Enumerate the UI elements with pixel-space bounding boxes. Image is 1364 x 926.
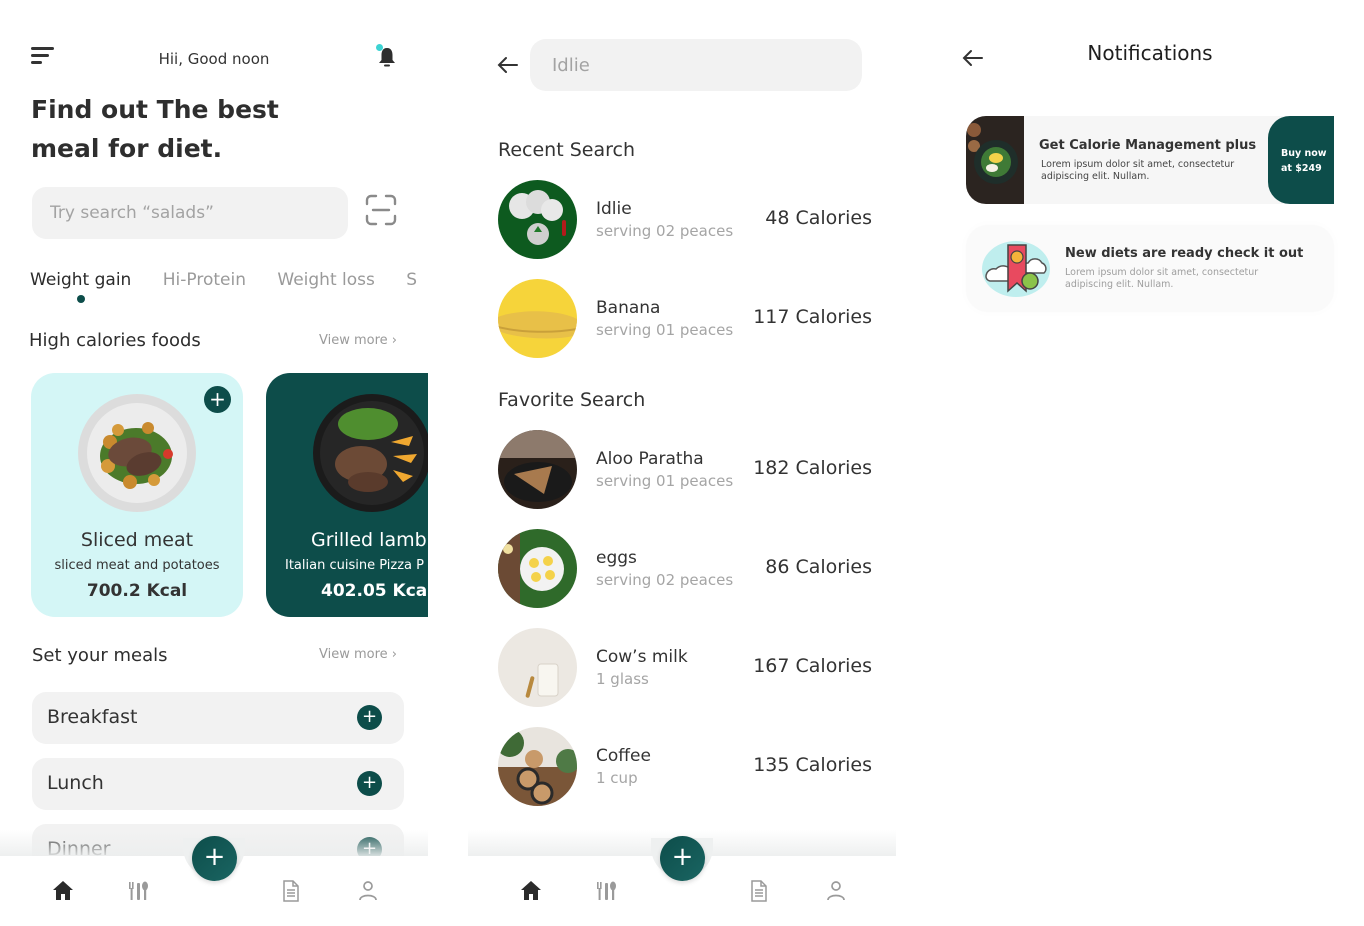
food-calories: 135 Calories	[753, 754, 872, 776]
headline-line2: meal for diet.	[31, 134, 223, 163]
meal-label: Lunch	[47, 772, 104, 794]
food-thumb-banana	[498, 279, 577, 358]
food-name: Coffee	[596, 746, 651, 766]
page-title: Notifications	[1087, 41, 1213, 65]
back-arrow-icon[interactable]	[497, 56, 519, 74]
food-name: Idlie	[596, 199, 632, 219]
notification-card-diets[interactable]: New diets are ready check it out Lorem i…	[966, 225, 1334, 312]
buy-now-button[interactable]: Buy now at $249	[1268, 116, 1334, 204]
profile-icon[interactable]	[356, 879, 380, 903]
food-name: Sliced meat	[80, 529, 194, 551]
notifications-screen: Notifications Get Calorie Management plu…	[936, 0, 1364, 926]
add-meal-button[interactable]: +	[357, 771, 382, 796]
recent-search-title: Recent Search	[498, 139, 635, 161]
food-serving: 1 glass	[596, 670, 649, 688]
food-thumb-cows-milk	[498, 628, 577, 707]
food-name: Cow’s milk	[596, 647, 688, 667]
tab-weight-gain[interactable]: Weight gain	[30, 270, 131, 303]
food-desc: Italian cuisine Pizza P	[285, 558, 424, 573]
add-meal-button[interactable]: +	[357, 705, 382, 730]
notification-title: Get Calorie Management plus	[1039, 138, 1257, 153]
food-thumb-aloo-paratha	[498, 430, 577, 509]
view-more-link[interactable]: View more ›	[319, 333, 397, 348]
food-name: eggs	[596, 548, 637, 568]
search-input[interactable]	[32, 187, 348, 239]
notification-bell-icon[interactable]	[376, 44, 398, 68]
food-name: Banana	[596, 298, 661, 318]
restaurant-icon[interactable]	[127, 879, 151, 903]
food-name: Aloo Paratha	[596, 449, 704, 469]
scan-icon[interactable]	[364, 193, 398, 227]
food-calories: 167 Calories	[753, 655, 872, 677]
high-calories-title: High calories foods	[29, 330, 201, 351]
food-serving: serving 02 peaces	[596, 571, 734, 589]
page-title: Find out The best meal for diet.	[31, 90, 331, 168]
food-image-sliced-meat	[78, 394, 196, 512]
meal-row-lunch[interactable]: Lunch +	[32, 758, 404, 810]
notification-title: New diets are ready check it out	[1065, 246, 1304, 261]
list-item[interactable]: Coffee 1 cup 135 Calories	[498, 727, 878, 807]
search-screen: Recent Search Idlie serving 02 peaces 48…	[468, 0, 896, 926]
food-card[interactable]: Grilled lamb Italian cuisine Pizza P 402…	[266, 373, 428, 617]
notification-dot	[376, 44, 383, 51]
view-more-link[interactable]: View more ›	[319, 647, 397, 662]
home-icon[interactable]	[51, 879, 75, 903]
headline-line1: Find out The best	[31, 95, 279, 124]
greeting: Hii, Good noon	[158, 50, 270, 68]
document-icon[interactable]	[747, 879, 771, 903]
restaurant-icon[interactable]	[595, 879, 619, 903]
document-icon[interactable]	[279, 879, 303, 903]
tab-hi-protein[interactable]: Hi-Protein	[163, 270, 246, 290]
promo-food-image	[966, 116, 1024, 204]
category-tabs: Weight gain Hi-Protein Weight loss S	[30, 270, 428, 303]
tab-more[interactable]: S	[406, 270, 417, 290]
food-serving: serving 01 peaces	[596, 321, 734, 339]
food-serving: 1 cup	[596, 769, 638, 787]
list-item[interactable]: Idlie serving 02 peaces 48 Calories	[498, 180, 878, 260]
food-kcal: 402.05 Kcal	[321, 581, 428, 601]
meal-label: Breakfast	[47, 706, 138, 728]
food-calories: 182 Calories	[753, 457, 872, 479]
food-desc: sliced meat and potatoes	[54, 558, 220, 573]
food-calories: 117 Calories	[753, 306, 872, 328]
meal-row-breakfast[interactable]: Breakfast +	[32, 692, 404, 744]
notification-desc: Lorem ipsum dolor sit amet, consectetur …	[1065, 267, 1259, 290]
food-serving: serving 02 peaces	[596, 222, 734, 240]
list-item[interactable]: Cow’s milk 1 glass 167 Calories	[498, 628, 878, 708]
meals-title: Set your meals	[32, 645, 168, 666]
buy-now-label: Buy now	[1281, 148, 1327, 159]
list-item[interactable]: Banana serving 01 peaces 117 Calories	[498, 279, 878, 359]
notification-desc: Lorem ipsum dolor sit amet, consectetur …	[1041, 159, 1235, 182]
food-card[interactable]: + Sliced meat sliced meat and potatoes 7…	[31, 373, 243, 617]
food-calories: 48 Calories	[765, 207, 872, 229]
add-food-button[interactable]: +	[204, 386, 231, 413]
home-icon[interactable]	[519, 879, 543, 903]
notification-card-promo[interactable]: Get Calorie Management plus Lorem ipsum …	[966, 116, 1334, 204]
search-input[interactable]	[530, 39, 862, 91]
food-serving: serving 01 peaces	[596, 472, 734, 490]
food-calories: 86 Calories	[765, 556, 872, 578]
food-thumb-idlie	[498, 180, 577, 259]
food-thumb-eggs	[498, 529, 577, 608]
food-name: Grilled lamb	[311, 529, 427, 551]
home-screen: Hii, Good noon Find out The best meal fo…	[0, 0, 428, 926]
profile-icon[interactable]	[824, 879, 848, 903]
add-fab-button[interactable]: +	[660, 836, 705, 881]
ribbon-badge-icon	[978, 233, 1054, 301]
food-kcal: 700.2 Kcal	[86, 581, 188, 601]
tab-weight-loss[interactable]: Weight loss	[277, 270, 374, 290]
price-label: at $249	[1281, 163, 1322, 174]
food-thumb-coffee	[498, 727, 577, 806]
favorite-search-title: Favorite Search	[498, 389, 646, 411]
add-fab-button[interactable]: +	[192, 836, 237, 881]
list-item[interactable]: Aloo Paratha serving 01 peaces 182 Calor…	[498, 430, 878, 510]
list-item[interactable]: eggs serving 02 peaces 86 Calories	[498, 529, 878, 609]
food-image-grilled-lamb	[313, 394, 428, 512]
